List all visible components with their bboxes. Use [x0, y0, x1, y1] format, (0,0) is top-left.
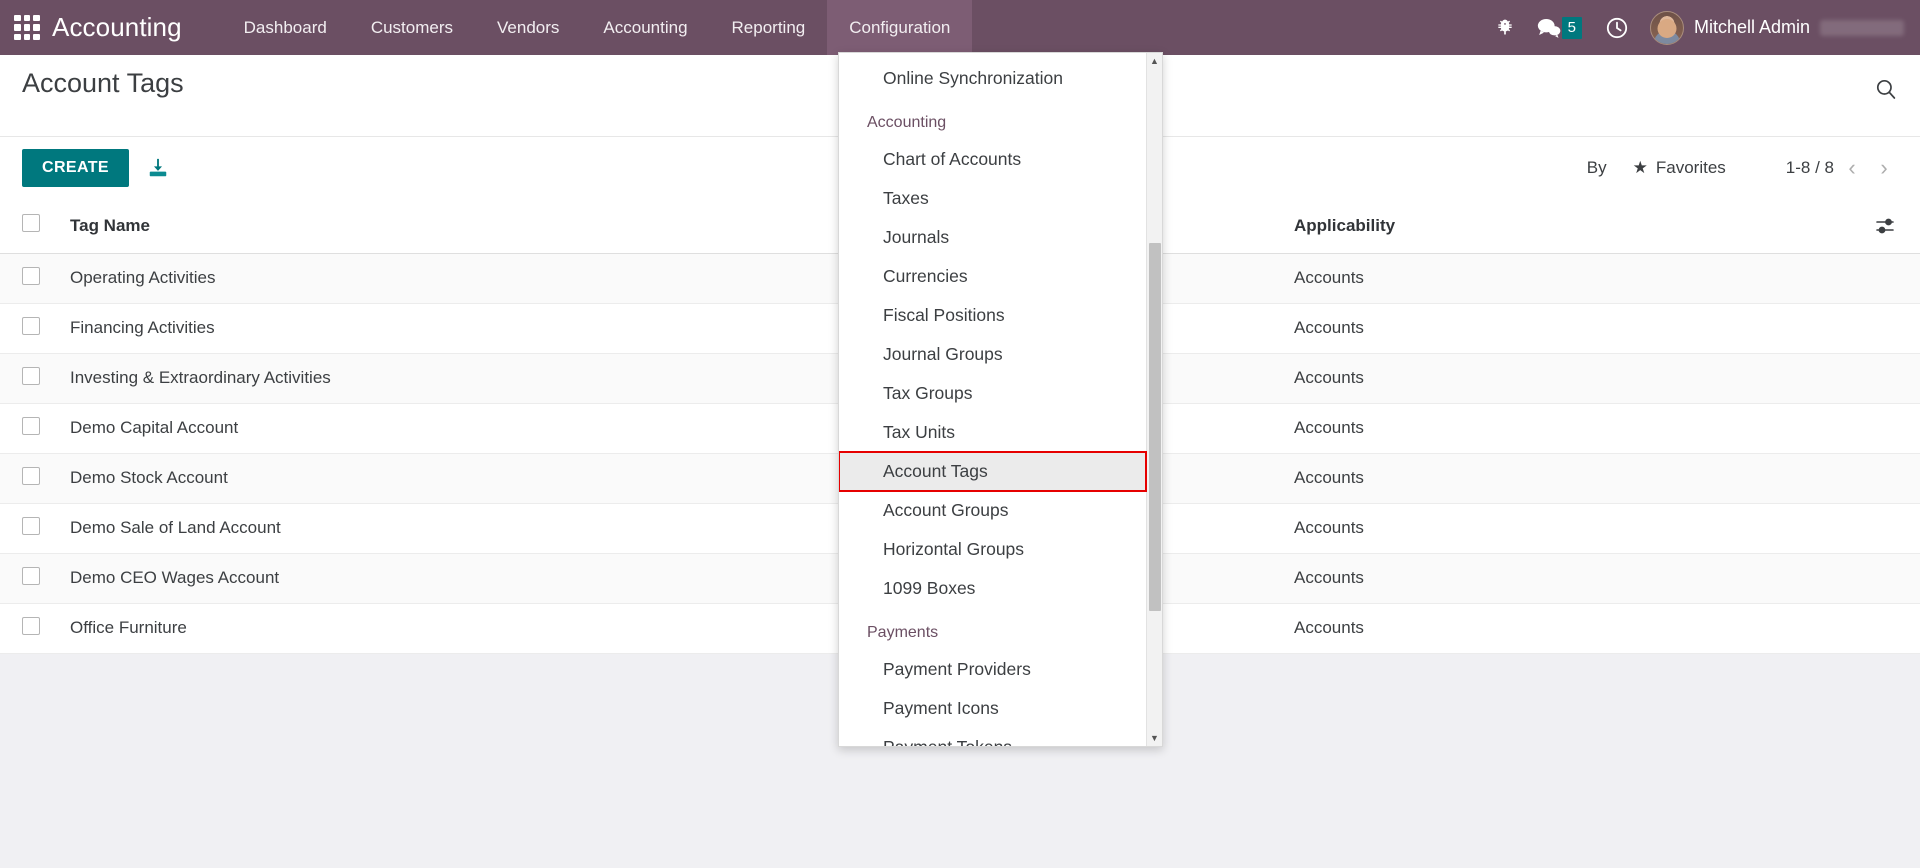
dropdown-section-payments: Payments	[867, 624, 939, 641]
row-checkbox-cell	[0, 603, 56, 653]
column-settings-icon[interactable]	[1868, 215, 1906, 237]
scroll-down-arrow-icon[interactable]: ▼	[1147, 730, 1162, 746]
import-icon[interactable]	[147, 157, 169, 179]
apps-grid-icon[interactable]	[14, 14, 40, 41]
dropdown-item-1099-boxes[interactable]: 1099 Boxes	[839, 569, 1146, 608]
dropdown-item-currencies[interactable]: Currencies	[839, 257, 1146, 296]
cell-applicability[interactable]: Accounts	[1274, 253, 1854, 303]
username-label[interactable]: Mitchell Admin	[1694, 17, 1810, 38]
navbar-systray: 5 Mitchell Admin	[1484, 0, 1920, 55]
group-by-menu[interactable]: By	[1587, 158, 1607, 178]
cell-row-spacer	[1854, 503, 1920, 553]
column-header-applicability[interactable]: Applicability	[1274, 199, 1854, 254]
dropdown-section-accounting: Accounting	[867, 114, 947, 131]
row-checkbox-cell	[0, 303, 56, 353]
dropdown-item-payment-icons[interactable]: Payment Icons	[839, 689, 1146, 728]
row-checkbox[interactable]	[22, 466, 40, 485]
search-facets: By ★ Favorites 1-8 / 8 ‹ ›	[1587, 154, 1898, 182]
dropdown-item-horizontal-groups[interactable]: Horizontal Groups	[839, 530, 1146, 569]
dropdown-item-account-groups[interactable]: Account Groups	[839, 491, 1146, 530]
dropdown-scroll-area: Online Synchronization Accounting Chart of…	[839, 53, 1147, 746]
configuration-dropdown-menu: Online Synchronization Accounting Chart of…	[838, 52, 1163, 747]
menu-item-accounting[interactable]: Accounting	[581, 0, 709, 55]
top-navbar: Accounting Dashboard Customers Vendors A…	[0, 0, 1920, 55]
cell-row-spacer	[1854, 303, 1920, 353]
menu-item-customers[interactable]: Customers	[349, 0, 475, 55]
dropdown-item-taxes[interactable]: Taxes	[839, 179, 1146, 218]
dropdown-scrollbar-thumb[interactable]	[1149, 243, 1161, 611]
pager-range[interactable]: 1-8 / 8	[1786, 158, 1834, 178]
user-avatar[interactable]	[1649, 10, 1684, 45]
menu-item-vendors[interactable]: Vendors	[475, 0, 581, 55]
cell-row-spacer	[1854, 603, 1920, 653]
messages-icon[interactable]	[1526, 0, 1568, 55]
column-options-cell	[1854, 199, 1920, 254]
create-button[interactable]: CREATE	[22, 149, 129, 187]
group-by-label: By	[1586, 158, 1607, 177]
redacted-database-label	[1820, 19, 1904, 36]
select-all-cell	[0, 199, 56, 254]
dropdown-item-account-tags[interactable]: Account Tags	[839, 451, 1147, 492]
cell-row-spacer	[1854, 403, 1920, 453]
cell-applicability[interactable]: Accounts	[1274, 603, 1854, 653]
row-checkbox-cell	[0, 253, 56, 303]
dropdown-scrollbar[interactable]: ▲ ▼	[1146, 53, 1162, 746]
cell-row-spacer	[1854, 253, 1920, 303]
row-checkbox-cell	[0, 553, 56, 603]
dropdown-item-chart-of-accounts[interactable]: Chart of Accounts	[839, 140, 1146, 179]
row-checkbox[interactable]	[22, 266, 40, 285]
main-menu: Dashboard Customers Vendors Accounting R…	[222, 0, 973, 55]
pager-next-icon[interactable]: ›	[1870, 154, 1898, 182]
dropdown-item-tax-groups[interactable]: Tax Groups	[839, 374, 1146, 413]
row-checkbox[interactable]	[22, 316, 40, 335]
row-checkbox-cell	[0, 403, 56, 453]
menu-item-dashboard[interactable]: Dashboard	[222, 0, 349, 55]
cell-applicability[interactable]: Accounts	[1274, 453, 1854, 503]
favorites-menu[interactable]: ★ Favorites	[1633, 158, 1726, 178]
row-checkbox[interactable]	[22, 516, 40, 535]
row-checkbox[interactable]	[22, 566, 40, 585]
control-panel-title-area: Account Tags	[0, 55, 184, 99]
menu-item-reporting[interactable]: Reporting	[710, 0, 828, 55]
row-checkbox-cell	[0, 503, 56, 553]
search-icon[interactable]	[1874, 77, 1898, 101]
dropdown-item-payment-providers[interactable]: Payment Providers	[839, 650, 1146, 689]
cell-row-spacer	[1854, 453, 1920, 503]
cell-applicability[interactable]: Accounts	[1274, 353, 1854, 403]
dropdown-item-payment-tokens[interactable]: Payment Tokens	[839, 728, 1146, 746]
scroll-up-arrow-icon[interactable]: ▲	[1147, 53, 1162, 69]
row-checkbox-cell	[0, 453, 56, 503]
cell-applicability[interactable]: Accounts	[1274, 303, 1854, 353]
dropdown-item-journals[interactable]: Journals	[839, 218, 1146, 257]
favorites-label: Favorites	[1655, 158, 1726, 177]
row-checkbox[interactable]	[22, 366, 40, 385]
pager: 1-8 / 8 ‹ ›	[1786, 154, 1898, 182]
cell-row-spacer	[1854, 553, 1920, 603]
cell-applicability[interactable]: Accounts	[1274, 403, 1854, 453]
cell-applicability[interactable]: Accounts	[1274, 553, 1854, 603]
cell-applicability[interactable]: Accounts	[1274, 503, 1854, 553]
row-checkbox[interactable]	[22, 416, 40, 435]
clock-icon[interactable]	[1596, 0, 1638, 55]
row-checkbox[interactable]	[22, 616, 40, 635]
cell-row-spacer	[1854, 353, 1920, 403]
dropdown-item-tax-units[interactable]: Tax Units	[839, 413, 1146, 452]
select-all-checkbox[interactable]	[22, 214, 40, 233]
app-brand-accounting[interactable]: Accounting	[52, 12, 182, 43]
star-icon: ★	[1632, 158, 1648, 177]
pager-previous-icon[interactable]: ‹	[1838, 154, 1866, 182]
row-checkbox-cell	[0, 353, 56, 403]
dropdown-item-journal-groups[interactable]: Journal Groups	[839, 335, 1146, 374]
page-title: Account Tags	[22, 68, 184, 98]
dropdown-item-online-synchronization[interactable]: Online Synchronization	[839, 59, 1146, 98]
dropdown-item-fiscal-positions[interactable]: Fiscal Positions	[839, 296, 1146, 335]
bug-icon[interactable]	[1484, 0, 1526, 55]
menu-item-configuration[interactable]: Configuration	[827, 0, 973, 55]
